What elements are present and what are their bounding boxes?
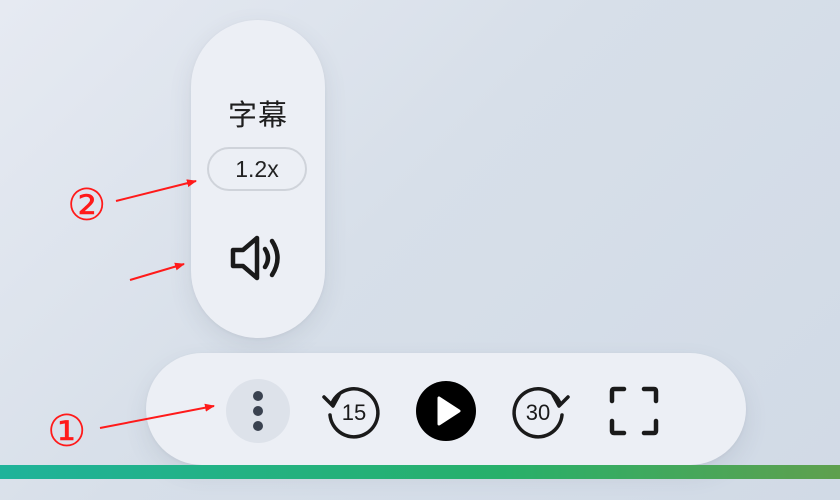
progress-fill bbox=[0, 465, 840, 479]
vertical-dots-icon bbox=[253, 391, 263, 431]
arrow-to-speed-button bbox=[115, 179, 197, 202]
rewind-15-button[interactable]: 15 bbox=[320, 379, 384, 443]
play-icon bbox=[416, 381, 476, 441]
forward-30-icon: 30 bbox=[512, 387, 570, 439]
fullscreen-icon bbox=[609, 386, 659, 436]
annotation-marker-1: ① bbox=[47, 406, 87, 457]
annotation-marker-2: ② bbox=[67, 180, 107, 231]
player-control-bar: 15 30 bbox=[146, 353, 746, 465]
popup-menu: 字幕 1.2x bbox=[191, 20, 325, 338]
forward-seconds-label: 30 bbox=[526, 400, 550, 425]
rewind-seconds-label: 15 bbox=[342, 400, 366, 425]
playback-speed-button[interactable]: 1.2x bbox=[207, 147, 307, 191]
volume-button[interactable] bbox=[227, 230, 287, 286]
subtitles-option[interactable]: 字幕 bbox=[191, 92, 325, 134]
rewind-15-icon: 15 bbox=[322, 387, 380, 439]
speaker-icon bbox=[230, 235, 280, 281]
progress-bar[interactable] bbox=[0, 465, 840, 479]
fullscreen-button[interactable] bbox=[602, 379, 666, 443]
more-options-button[interactable] bbox=[226, 379, 290, 443]
play-button[interactable] bbox=[414, 379, 478, 443]
forward-30-button[interactable]: 30 bbox=[508, 379, 572, 443]
arrow-to-volume-button bbox=[129, 262, 185, 281]
